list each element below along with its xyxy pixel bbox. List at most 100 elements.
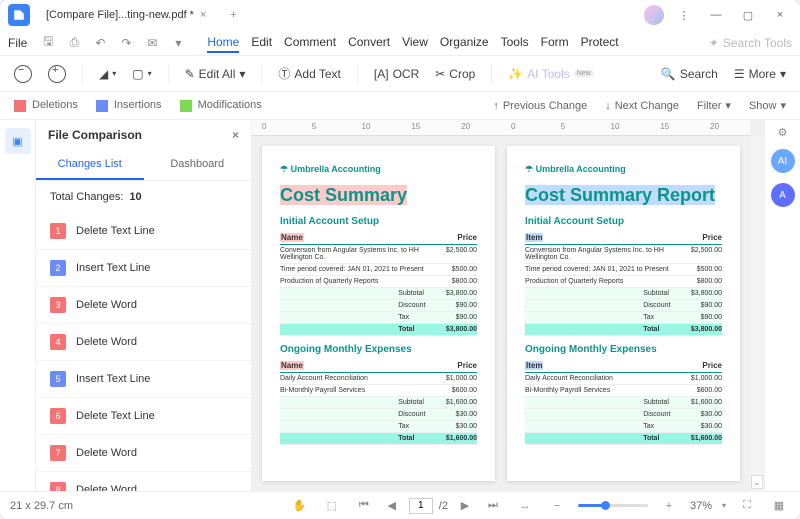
change-item[interactable]: 6 Delete Text Line xyxy=(36,398,251,435)
page-controls: ⏮ ◀ /2 ▶ ⏭ xyxy=(353,495,504,517)
wand-icon: ✦ xyxy=(709,36,719,50)
first-page-icon[interactable]: ⏮ xyxy=(353,495,375,517)
scroll-nav-icon[interactable]: ⌄ xyxy=(751,475,763,489)
redo-icon[interactable]: ↷ xyxy=(115,32,137,54)
print-icon[interactable]: ⎙ xyxy=(63,32,85,54)
change-number: 8 xyxy=(50,482,66,491)
document-area: 05101520 05101520 Umbrella Accounting Co… xyxy=(252,120,764,491)
zoom-out-button[interactable] xyxy=(10,63,36,85)
menu-home[interactable]: Home xyxy=(207,33,239,53)
brand: Umbrella Accounting xyxy=(280,164,477,175)
change-label: Delete Word xyxy=(76,336,137,348)
ocr-button[interactable]: [A] OCR xyxy=(370,65,423,83)
zoom-in-button[interactable] xyxy=(44,63,70,85)
app-logo xyxy=(8,4,30,26)
maximize-icon[interactable]: ▢ xyxy=(736,3,760,27)
layout-icon[interactable]: ▦ xyxy=(768,495,790,517)
new-tab-button[interactable]: + xyxy=(222,4,244,26)
menu-edit[interactable]: Edit xyxy=(251,33,272,53)
change-label: Delete Text Line xyxy=(76,410,155,422)
tab-changes-list[interactable]: Changes List xyxy=(36,150,144,180)
zoom-out-status-icon[interactable]: − xyxy=(546,495,568,517)
shape-button[interactable]: ▢▾ xyxy=(128,65,155,83)
fit-width-icon[interactable]: ↔ xyxy=(514,495,536,517)
settings-icon[interactable]: ⚙ xyxy=(778,126,788,139)
menu-organize[interactable]: Organize xyxy=(440,33,489,53)
zoom-in-status-icon[interactable]: + xyxy=(658,495,680,517)
ai-chat-icon[interactable]: AI xyxy=(771,149,795,173)
next-change-button[interactable]: ↓ Next Change xyxy=(605,100,679,112)
change-item[interactable]: 4Delete Word xyxy=(36,324,251,361)
close-icon[interactable]: × xyxy=(200,9,206,21)
change-label: Insert Text Line xyxy=(76,262,150,274)
change-item[interactable]: 1Delete Text Line xyxy=(36,213,251,250)
brand: Umbrella Accounting xyxy=(525,164,722,175)
menu-comment[interactable]: Comment xyxy=(284,33,336,53)
page-right[interactable]: Umbrella Accounting Cost Summary Report … xyxy=(507,146,740,481)
previous-change-button[interactable]: ↑ Previous Change xyxy=(493,100,587,112)
next-page-icon[interactable]: ▶ xyxy=(454,495,476,517)
highlight-button[interactable]: ◢▾ xyxy=(95,65,120,83)
fullscreen-icon[interactable]: ⛶ xyxy=(736,495,758,517)
chevron-down-icon[interactable]: ▾ xyxy=(167,32,189,54)
tab-dashboard[interactable]: Dashboard xyxy=(144,150,252,180)
select-tool-icon[interactable]: ⬚ xyxy=(321,495,343,517)
save-icon[interactable]: 🖫 xyxy=(37,32,59,54)
crop-button[interactable]: ✂ Crop xyxy=(431,65,479,83)
change-label: Insert Text Line xyxy=(76,373,150,385)
vertical-scrollbar[interactable] xyxy=(750,136,764,491)
ai-tools-button[interactable]: ✨ AI ToolsNew xyxy=(504,65,597,83)
change-item[interactable]: 3Delete Word xyxy=(36,287,251,324)
add-text-button[interactable]: Ⓣ Add Text xyxy=(274,63,345,84)
minimize-icon[interactable]: — xyxy=(704,3,728,27)
ai-assist-icon[interactable]: A xyxy=(771,183,795,207)
search-button[interactable]: 🔍 Search xyxy=(657,65,722,83)
page-dimensions: 21 x 29.7 cm xyxy=(10,500,73,512)
change-item[interactable]: 5Insert Text Line xyxy=(36,361,251,398)
zoom-in-icon xyxy=(48,65,66,83)
hand-tool-icon[interactable]: ✋ xyxy=(289,495,311,517)
menu-view[interactable]: View xyxy=(402,33,428,53)
change-item[interactable]: 7 Delete Word xyxy=(36,435,251,472)
document-tab[interactable]: [Compare File]...ting-new.pdf * × xyxy=(38,1,214,29)
menu-dots-icon[interactable]: ⋮ xyxy=(672,3,696,27)
sidebar: File Comparison × Changes List Dashboard… xyxy=(36,120,252,491)
edit-all-button[interactable]: ✎ Edit All ▾ xyxy=(181,65,250,83)
menu-tools[interactable]: Tools xyxy=(501,33,529,53)
section-1: Initial Account Setup xyxy=(525,216,722,227)
close-window-icon[interactable]: × xyxy=(768,3,792,27)
page-input[interactable] xyxy=(409,498,433,514)
page-left[interactable]: Umbrella Accounting Cost Summary Initial… xyxy=(262,146,495,481)
zoom-out-icon xyxy=(14,65,32,83)
change-label: Delete Word xyxy=(76,447,137,459)
avatar[interactable] xyxy=(644,5,664,25)
close-panel-icon[interactable]: × xyxy=(232,128,239,142)
menu-protect[interactable]: Protect xyxy=(581,33,619,53)
toolbar: ◢▾ ▢▾ ✎ Edit All ▾ Ⓣ Add Text [A] OCR ✂ … xyxy=(0,56,800,92)
edit-all-label: Edit All xyxy=(199,67,236,81)
show-dropdown[interactable]: Show ▾ xyxy=(749,99,786,112)
last-page-icon[interactable]: ⏭ xyxy=(482,495,504,517)
change-item[interactable]: 2Insert Text Line xyxy=(36,250,251,287)
ocr-label: OCR xyxy=(393,67,420,81)
change-number: 7 xyxy=(50,445,66,461)
search-tools[interactable]: ✦ Search Tools xyxy=(709,36,792,50)
search-label: Search xyxy=(680,67,718,81)
more-button[interactable]: ☰ More ▾ xyxy=(730,65,790,83)
menu-form[interactable]: Form xyxy=(541,33,569,53)
legend-deletions: Deletions xyxy=(14,99,78,111)
compare-panel-icon[interactable]: ▣ xyxy=(5,128,31,154)
file-menu[interactable]: File xyxy=(8,36,27,50)
zoom-value: 37% xyxy=(690,500,712,512)
change-number: 6 xyxy=(50,408,66,424)
zoom-slider[interactable] xyxy=(578,504,648,507)
undo-icon[interactable]: ↶ xyxy=(89,32,111,54)
change-item[interactable]: 8Delete Word xyxy=(36,472,251,491)
prev-page-icon[interactable]: ◀ xyxy=(381,495,403,517)
show-label: Show xyxy=(749,100,777,112)
filter-dropdown[interactable]: Filter ▾ xyxy=(697,99,731,112)
status-bar: 21 x 29.7 cm ✋ ⬚ ⏮ ◀ /2 ▶ ⏭ ↔ − + 37%▾ ⛶… xyxy=(0,491,800,519)
mail-icon[interactable]: ✉ xyxy=(141,32,163,54)
menu-convert[interactable]: Convert xyxy=(348,33,390,53)
legend-insertions: Insertions xyxy=(96,99,162,111)
